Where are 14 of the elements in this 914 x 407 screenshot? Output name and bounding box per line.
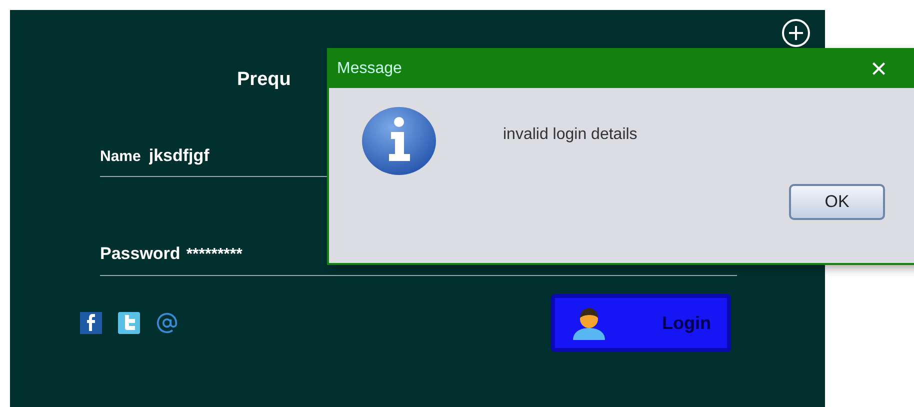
password-field[interactable]: ********* xyxy=(186,243,386,267)
facebook-icon[interactable] xyxy=(80,312,102,334)
at-sign-icon[interactable] xyxy=(156,312,178,334)
message-text: invalid login details xyxy=(503,125,638,145)
dialog-title: Message xyxy=(337,59,402,79)
close-button[interactable]: × xyxy=(870,55,887,83)
add-icon[interactable] xyxy=(781,18,811,48)
form-title: Prequ xyxy=(237,69,291,90)
info-icon xyxy=(361,106,437,176)
ok-button[interactable]: OK xyxy=(789,184,885,220)
name-label: Name xyxy=(100,146,141,166)
person-icon xyxy=(571,306,607,340)
password-label: Password xyxy=(100,243,180,265)
name-field[interactable]: jksdfjgf xyxy=(148,142,349,168)
